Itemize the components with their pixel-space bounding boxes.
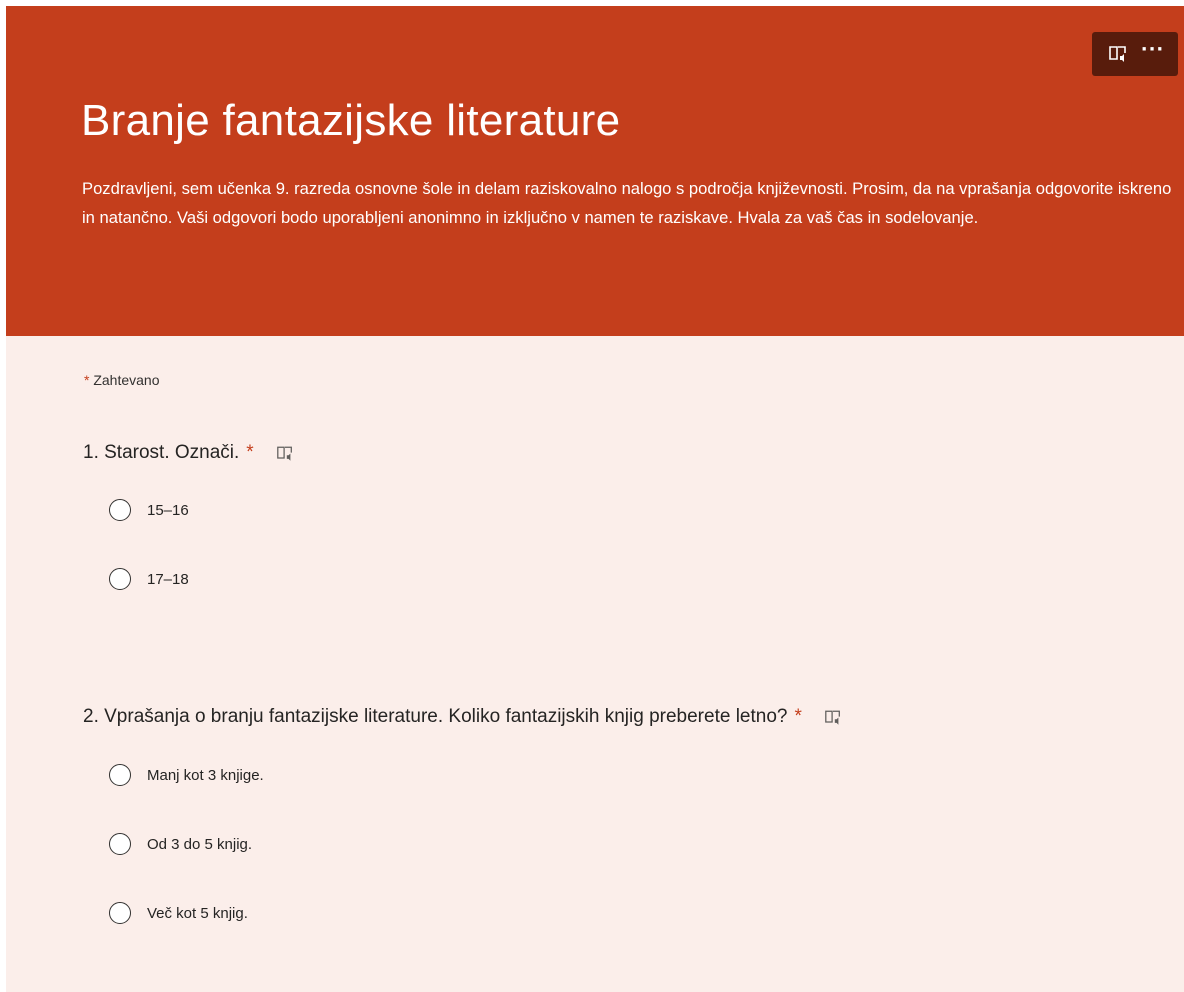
option-label: 15–16 <box>147 501 189 519</box>
option-label: Od 3 do 5 knjig. <box>147 835 253 853</box>
required-note: * Zahtevano <box>84 372 160 388</box>
radio-button[interactable] <box>109 764 131 786</box>
question-2-option-1[interactable]: Manj kot 3 knjige. <box>109 764 264 786</box>
option-label: Več kot 5 knjig. <box>147 904 248 922</box>
question-1-title-row: 1. Starost. Označi. * <box>83 442 294 464</box>
immersive-reader-icon <box>1108 46 1126 62</box>
option-label: 17–18 <box>147 570 189 588</box>
immersive-reader-icon <box>825 710 840 725</box>
immersive-reader-button[interactable] <box>1103 39 1133 69</box>
required-note-text: Zahtevano <box>93 372 160 388</box>
question-1-immersive-reader-button[interactable] <box>276 445 294 462</box>
header-toolbar: ··· <box>1092 32 1178 76</box>
question-1-option-2[interactable]: 17–18 <box>109 568 189 590</box>
immersive-reader-icon <box>276 446 292 461</box>
radio-button[interactable] <box>109 568 131 590</box>
question-2-option-2[interactable]: Od 3 do 5 knjig. <box>109 833 252 855</box>
question-2-title-row: 2. Vprašanja o branju fantazijske litera… <box>83 706 842 728</box>
more-options-button[interactable]: ··· <box>1138 39 1168 69</box>
question-2-required-star: * <box>794 706 802 727</box>
question-2-title: 2. Vprašanja o branju fantazijske litera… <box>83 706 788 727</box>
more-options-icon: ··· <box>1140 39 1165 60</box>
form-header: ··· Branje fantazijske literature Pozdra… <box>6 6 1184 336</box>
question-1: 1. Starost. Označi. * 15–16 17–18 <box>83 442 294 590</box>
option-label: Manj kot 3 knjige. <box>147 766 264 784</box>
form-title: Branje fantazijske literature <box>81 96 621 145</box>
question-1-title: 1. Starost. Označi. <box>83 442 240 463</box>
radio-button[interactable] <box>109 902 131 924</box>
question-1-required-star: * <box>246 442 254 463</box>
question-2-option-3[interactable]: Več kot 5 knjig. <box>109 902 248 924</box>
question-1-option-1[interactable]: 15–16 <box>109 499 189 521</box>
radio-button[interactable] <box>109 499 131 521</box>
form-description: Pozdravljeni, sem učenka 9. razreda osno… <box>82 179 1172 227</box>
question-2: 2. Vprašanja o branju fantazijske litera… <box>83 706 842 924</box>
required-star: * <box>84 372 90 388</box>
form-page: ··· Branje fantazijske literature Pozdra… <box>6 6 1184 992</box>
question-2-immersive-reader-button[interactable] <box>824 709 842 726</box>
radio-button[interactable] <box>109 833 131 855</box>
